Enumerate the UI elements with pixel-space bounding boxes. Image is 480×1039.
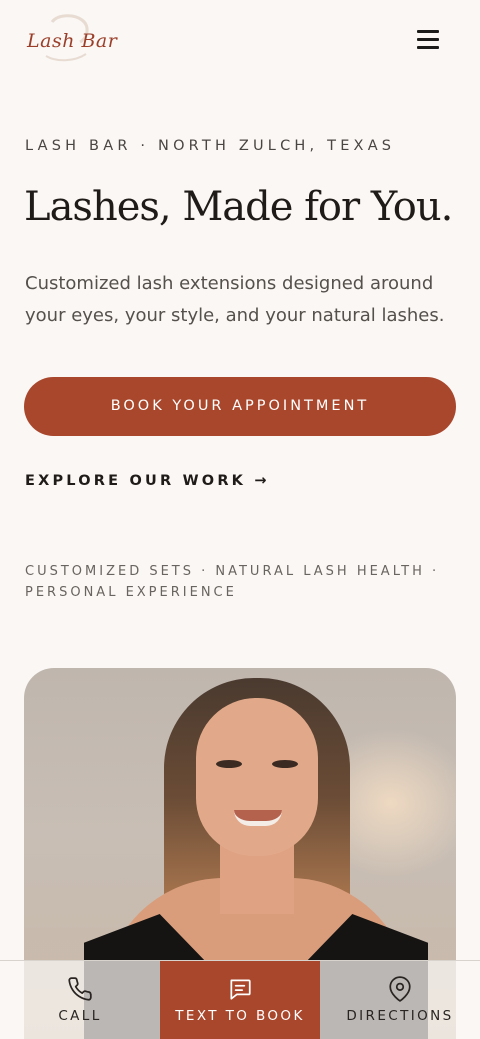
menu-icon [417,30,439,33]
bottom-action-bar: CALL TEXT TO BOOK DIRECTIONS [0,960,480,1039]
call-button[interactable]: CALL [0,961,160,1039]
photo-face [196,698,318,856]
photo-eye-left [216,760,242,768]
directions-label: DIRECTIONS [346,1008,454,1024]
lash-bar-logo[interactable]: Lash Bar [24,12,117,68]
hero-headline: Lashes, Made for You. [24,184,453,230]
explore-work-link[interactable]: EXPLORE OUR WORK → [25,473,270,489]
hero-subtext: Customized lash extensions designed arou… [25,273,445,326]
book-appointment-button[interactable]: BOOK YOUR APPOINTMENT [24,377,456,436]
logo-text: Lash Bar [27,30,118,52]
map-pin-icon [389,976,411,1002]
menu-icon [417,46,439,49]
features-tagline: CUSTOMIZED SETS · NATURAL LASH HEALTH · … [25,564,440,600]
photo-smile [234,810,282,826]
phone-icon [68,977,92,1001]
location-eyebrow: LASH BAR · NORTH ZULCH, TEXAS [25,138,396,154]
call-label: CALL [58,1008,102,1024]
hamburger-menu-button[interactable] [413,26,443,52]
text-to-book-button[interactable]: TEXT TO BOOK [160,961,320,1039]
photo-eye-right [272,760,298,768]
message-icon [230,979,251,1000]
directions-button[interactable]: DIRECTIONS [320,961,480,1039]
text-to-book-label: TEXT TO BOOK [175,1008,305,1024]
site-header: Lash Bar [0,0,480,82]
menu-icon [417,38,439,41]
